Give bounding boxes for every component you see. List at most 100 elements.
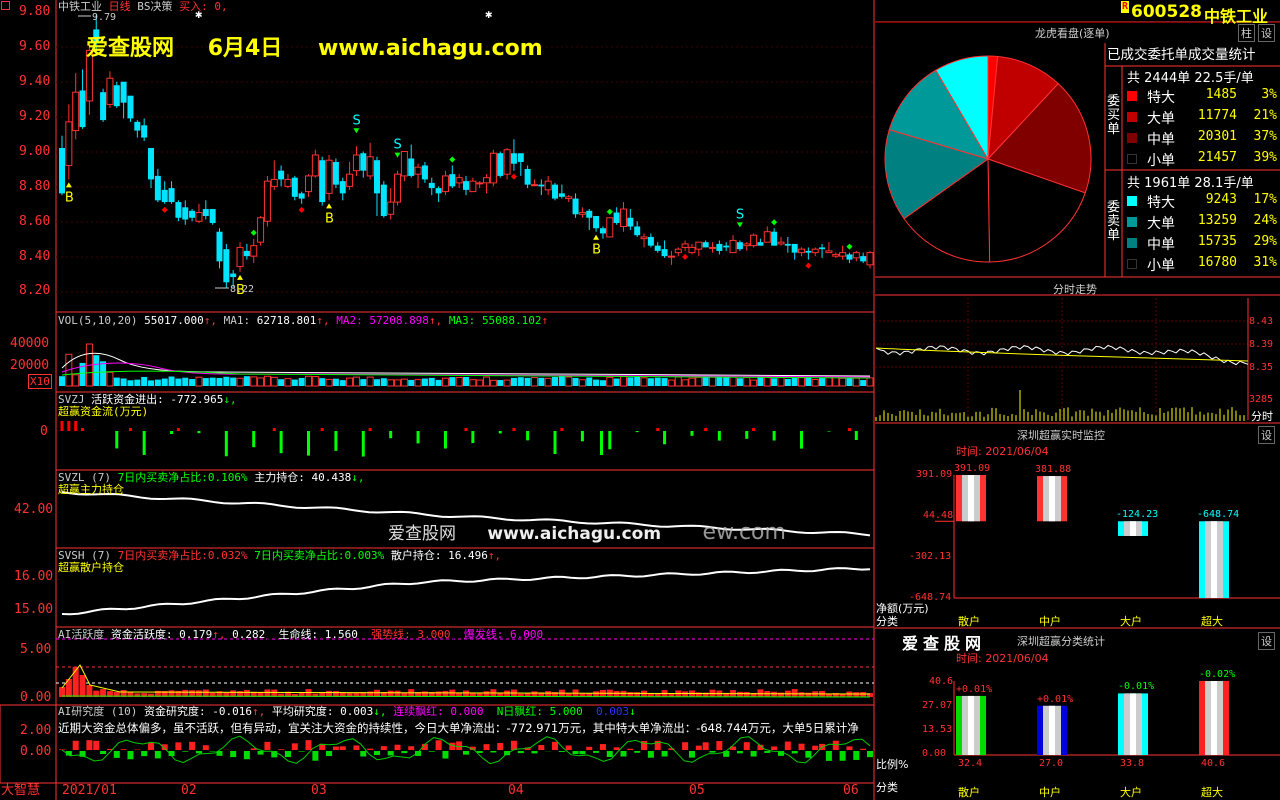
- ai-active-tick: 0.00: [20, 690, 52, 705]
- order-size-value: 16780: [1197, 255, 1237, 270]
- order-size-label: 小单: [1147, 153, 1175, 169]
- vol-unit-badge: X10: [28, 374, 52, 389]
- intraday-tick: 3285: [1249, 394, 1274, 405]
- vol-header: VOL(5,10,20) 55017.000↑, MA1: 62718.801↑…: [58, 314, 549, 327]
- watermark-date: 6月4日: [207, 36, 283, 61]
- buy-label: 买入:: [179, 0, 208, 13]
- intraday-tick: 8.35: [1249, 362, 1274, 373]
- watermark-site: 爱查股网: [86, 36, 175, 61]
- ai-burst: 6.000: [510, 628, 544, 641]
- monitor-tick: 44.48: [923, 510, 954, 521]
- order-size-pct: 31%: [1253, 255, 1277, 270]
- order-size-label: 大单: [1147, 111, 1175, 127]
- intraday-tick: 8.39: [1249, 339, 1274, 350]
- class-tick: 13.53: [922, 724, 953, 735]
- order-size-pct: 37%: [1253, 129, 1277, 144]
- svsh-value3: 16.496: [448, 549, 488, 562]
- svzj-tick: 0: [40, 424, 48, 439]
- class-bar-value: 40.6: [1201, 758, 1226, 769]
- legend-swatch: [1127, 112, 1137, 122]
- settings-button[interactable]: 设: [1258, 24, 1275, 42]
- date-tick: 03: [311, 783, 327, 798]
- monitor-category: 大户: [1120, 615, 1142, 628]
- ai-research-title: AI研究度 (10): [58, 705, 138, 718]
- sell-total: 共 1961单 28.1手/单: [1127, 172, 1254, 191]
- vol-ma3: 55088.102: [481, 314, 542, 327]
- vol-ma2: 57208.898: [369, 314, 429, 327]
- order-size-value: 13259: [1197, 213, 1237, 228]
- right-panel: R 600528 中铁工业 龙虎看盘(逐单) 柱 设 已成交委托单成交量统计 委…: [875, 0, 1280, 800]
- column-button[interactable]: 柱: [1238, 24, 1255, 42]
- ai-active-title: AI活跃度: [58, 628, 105, 641]
- order-size-value: 11774: [1197, 108, 1237, 123]
- price-tick: 8.60: [19, 214, 51, 229]
- order-size-label: 小单: [1147, 258, 1175, 274]
- monitor-title: 深圳超赢实时监控: [1017, 429, 1105, 442]
- app-brand: 大智慧: [1, 783, 41, 798]
- order-size-value: 1485: [1205, 87, 1237, 102]
- svsh-tick: 15.00: [14, 602, 54, 617]
- buy-row: 特大 1485 3%: [1127, 87, 1277, 106]
- order-size-value: 21457: [1197, 150, 1237, 165]
- price-tick: 9.60: [19, 39, 51, 54]
- monitor-category: 中户: [1039, 615, 1061, 628]
- vol-value: 55017.000: [144, 314, 204, 327]
- svzl-tick: 42.00: [14, 502, 54, 517]
- order-size-pct: 24%: [1253, 213, 1277, 228]
- class-tick: 40.6: [929, 676, 954, 687]
- date-tick: 06: [843, 783, 859, 798]
- sell-row: 特大 9243 17%: [1127, 192, 1277, 211]
- buy-total-vol: 22.5手/单: [1194, 71, 1254, 86]
- svsh-label2: 7日内买卖净占比:: [254, 549, 345, 562]
- vol-ma1-label: MA1:: [223, 314, 251, 327]
- buy-row: 大单 11774 21%: [1127, 108, 1277, 127]
- sell-row: 小单 16780 31%: [1127, 255, 1277, 274]
- buy-value: 0,: [214, 0, 228, 13]
- overlay-watermark-site: 爱查股网: [388, 524, 456, 544]
- star-icon: ✱: [485, 7, 493, 21]
- price-tick: 9.20: [19, 109, 51, 124]
- vol-tick: 40000: [10, 336, 50, 351]
- ai-research-value5: 0.003: [595, 705, 630, 718]
- class-category: 大户: [1120, 786, 1142, 799]
- svzj-value: -772.965: [170, 393, 224, 406]
- order-size-value: 9243: [1205, 192, 1237, 207]
- price-tick: 9.00: [19, 144, 51, 159]
- order-stats-title: 已成交委托单成交量统计: [1107, 47, 1256, 63]
- strategy-label: BS决策: [137, 0, 173, 13]
- class-settings-button[interactable]: 设: [1258, 632, 1275, 650]
- legend-swatch: [1127, 217, 1137, 227]
- price-tick: 8.80: [19, 179, 51, 194]
- order-size-label: 中单: [1147, 132, 1175, 148]
- ai-research-tick: 2.00: [20, 723, 52, 738]
- ai-research-value2: 0.003: [340, 705, 374, 718]
- ai-research-value3: 0.000: [450, 705, 484, 718]
- overlay-watermark: 爱查股网 www.aichagu.com ew.com: [388, 522, 786, 544]
- monitor-bar-value: -124.23: [1116, 509, 1159, 521]
- svzl-subtitle: 超赢主力持仓: [58, 483, 124, 496]
- legend-swatch: [1127, 238, 1137, 248]
- sell-row: 大单 13259 24%: [1127, 213, 1277, 232]
- ai-active-header: AI活跃度 资金活跃度: 0.179↑, 0.282, 生命线: 1.560, …: [58, 628, 544, 641]
- intraday-title: 分时走势: [1053, 283, 1097, 296]
- date-tick: 05: [689, 783, 705, 798]
- high-marker: 9.79: [92, 12, 117, 23]
- monitor-cat-label: 分类: [876, 615, 898, 628]
- legend-swatch: [1127, 259, 1137, 269]
- sell-row: 中单 15735 29%: [1127, 234, 1277, 253]
- ai-life: 1.560: [324, 628, 358, 641]
- stock-chart-app: BSSSBBBS 中铁工业 日线 BS决策 买入: 0, 9.79 8.22 ✱…: [0, 0, 1280, 800]
- monitor-category: 超大: [1201, 615, 1223, 628]
- class-category: 散户: [958, 786, 980, 799]
- ai-strong-label: 强势线:: [371, 628, 411, 641]
- class-title: 深圳超赢分类统计: [1017, 635, 1105, 648]
- stock-title-bar: R 600528 中铁工业: [875, 0, 1280, 26]
- monitor-settings-button[interactable]: 设: [1258, 426, 1275, 444]
- settings-corner-icon[interactable]: [1, 1, 10, 10]
- order-size-pct: 29%: [1253, 234, 1277, 249]
- overlay-watermark-url: www.aichagu.com: [487, 524, 662, 544]
- ai-research-header: AI研究度 (10) 资金研究度: -0.016↑, 平均研究度: 0.003↓…: [58, 705, 636, 718]
- class-bar-change: -0.02%: [1199, 669, 1236, 680]
- ai-life-label: 生命线:: [278, 628, 319, 641]
- vol-ma2-label: MA2:: [336, 314, 363, 327]
